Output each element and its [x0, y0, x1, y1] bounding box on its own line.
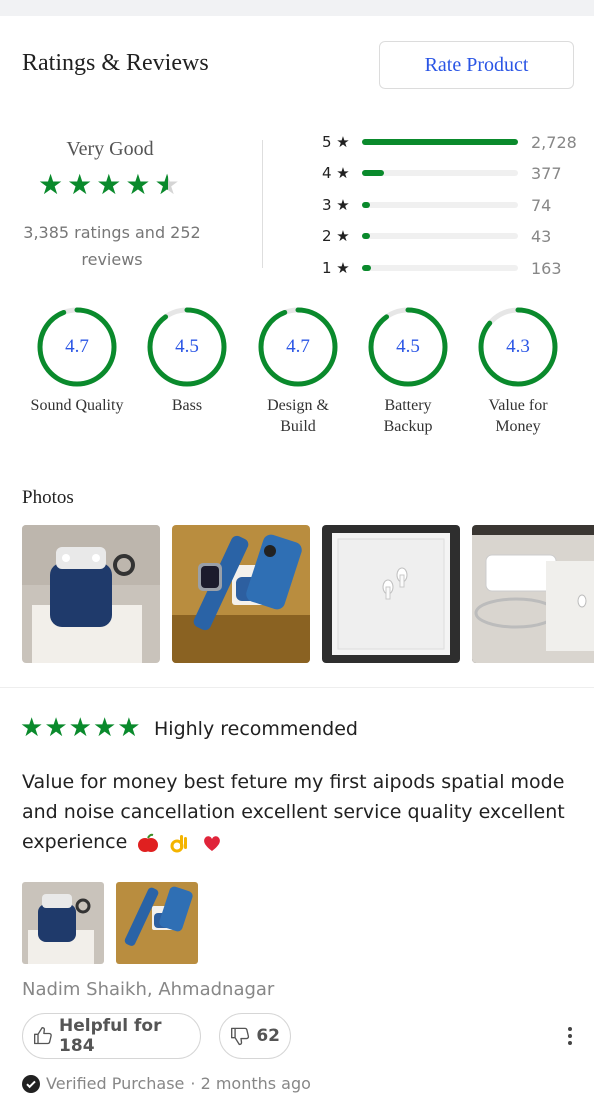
distribution-row-3: 3 ★ 74	[322, 193, 582, 217]
aspect-name: Design & Build	[267, 397, 329, 435]
distribution-bar-fill	[362, 170, 384, 176]
review-time: · 2 months ago	[190, 1074, 311, 1093]
ratings-count-text: 3,385 ratings and 252 reviews	[23, 223, 201, 269]
distribution-bar-track	[362, 202, 518, 208]
customer-photo-airpods-box[interactable]	[322, 525, 460, 663]
not-helpful-button[interactable]: 62	[219, 1013, 291, 1059]
section-title: Ratings & Reviews	[22, 50, 209, 76]
distribution-label: 5 ★	[322, 133, 350, 151]
summary-divider	[262, 140, 263, 268]
helpful-label: Helpful for 184	[59, 1016, 162, 1056]
star-icon: ★	[96, 169, 122, 200]
red-heart-emoji	[204, 835, 221, 851]
distribution-row-4: 4 ★ 377	[322, 161, 582, 185]
not-helpful-count: 62	[256, 1026, 280, 1046]
customer-photo-airpods-case[interactable]	[22, 525, 160, 663]
ok-hand-emoji	[170, 834, 188, 852]
aspect-score: 4.5	[175, 336, 199, 357]
aspect-sound-quality[interactable]: 4.7 Sound Quality	[22, 305, 132, 416]
distribution-label: 3 ★	[322, 196, 350, 214]
aspect-score: 4.7	[286, 336, 310, 357]
aspect-design-build[interactable]: 4.7 Design & Build	[243, 305, 353, 437]
half-star-icon: ★	[154, 170, 179, 201]
aspect-value-for-money[interactable]: 4.3 Value for Money	[463, 305, 573, 437]
review-title: Highly recommended	[154, 718, 358, 740]
star-icon: ★	[117, 712, 141, 742]
aspect-bass[interactable]: 4.5 Bass	[132, 305, 242, 416]
distribution-bar-track	[362, 170, 518, 176]
reviewer-name: Nadim Shaikh, Ahmadnagar	[22, 979, 275, 1000]
photos-carousel[interactable]	[22, 525, 594, 663]
aspect-name: Battery Backup	[383, 397, 433, 435]
distribution-label: 1 ★	[322, 259, 350, 277]
distribution-count: 163	[531, 258, 562, 278]
distribution-bar-fill	[362, 233, 370, 239]
section-divider	[0, 687, 594, 688]
thumbs-up-icon	[34, 1026, 52, 1045]
red-apple-emoji	[138, 833, 159, 852]
overall-star-rating: ★ ★ ★ ★ ★	[38, 169, 180, 201]
distribution-bar-fill	[362, 202, 370, 208]
verified-label: Verified Purchase	[46, 1074, 185, 1093]
distribution-count: 377	[531, 163, 562, 183]
distribution-bar-track	[362, 139, 518, 145]
thumbs-down-icon	[231, 1027, 250, 1046]
distribution-row-1: 1 ★ 163	[322, 256, 582, 280]
distribution-row-5: 5 ★ 2,728	[322, 130, 582, 154]
helpful-button[interactable]: Helpful for 184	[22, 1013, 201, 1059]
distribution-bar-fill	[362, 139, 518, 145]
top-separator-strip	[0, 0, 594, 16]
distribution-count: 2,728	[531, 132, 577, 152]
aspect-score: 4.7	[65, 336, 89, 357]
customer-photo-airpods-open[interactable]	[472, 525, 594, 663]
aspect-name: Sound Quality	[30, 397, 124, 414]
distribution-bar-track	[362, 233, 518, 239]
verified-purchase-row: Verified Purchase · 2 months ago	[22, 1074, 311, 1093]
photos-heading: Photos	[22, 487, 74, 508]
distribution-count: 43	[531, 226, 552, 246]
star-icon: ★	[67, 169, 93, 200]
verified-check-icon	[22, 1074, 40, 1093]
aspect-score: 4.5	[396, 336, 420, 357]
more-options-icon[interactable]	[560, 1024, 580, 1048]
distribution-bar-track	[362, 265, 518, 271]
star-icon: ★	[125, 169, 151, 200]
rate-product-button[interactable]: Rate Product	[379, 41, 574, 89]
star-icon: ★	[38, 169, 64, 200]
customer-photo-watch-phone[interactable]	[172, 525, 310, 663]
rating-verdict: Very Good	[66, 138, 154, 160]
distribution-count: 74	[531, 195, 552, 215]
review-photo-watch-phone[interactable]	[116, 882, 198, 964]
star-icon: ★	[20, 712, 44, 742]
aspect-ratings: 4.7 Sound Quality 4.5 Bass 4.7 Design & …	[0, 305, 594, 445]
distribution-row-2: 2 ★ 43	[322, 224, 582, 248]
distribution-bar-fill	[362, 265, 372, 271]
star-icon: ★	[44, 712, 68, 742]
review-star-rating: ★ ★ ★ ★ ★	[20, 713, 141, 741]
aspect-name: Bass	[171, 397, 203, 414]
aspect-battery-backup[interactable]: 4.5 Battery Backup	[353, 305, 463, 437]
review-body: Value for money best feture my first aip…	[22, 767, 588, 857]
star-icon: ★	[92, 712, 117, 742]
star-icon: ★	[68, 712, 92, 742]
review-photo-airpods-case[interactable]	[22, 882, 104, 964]
distribution-label: 2 ★	[322, 227, 350, 245]
distribution-label: 4 ★	[322, 164, 350, 182]
aspect-name: Value for Money	[488, 397, 548, 435]
aspect-score: 4.3	[506, 336, 530, 357]
review-text: Value for money best feture my first aip…	[22, 771, 565, 853]
